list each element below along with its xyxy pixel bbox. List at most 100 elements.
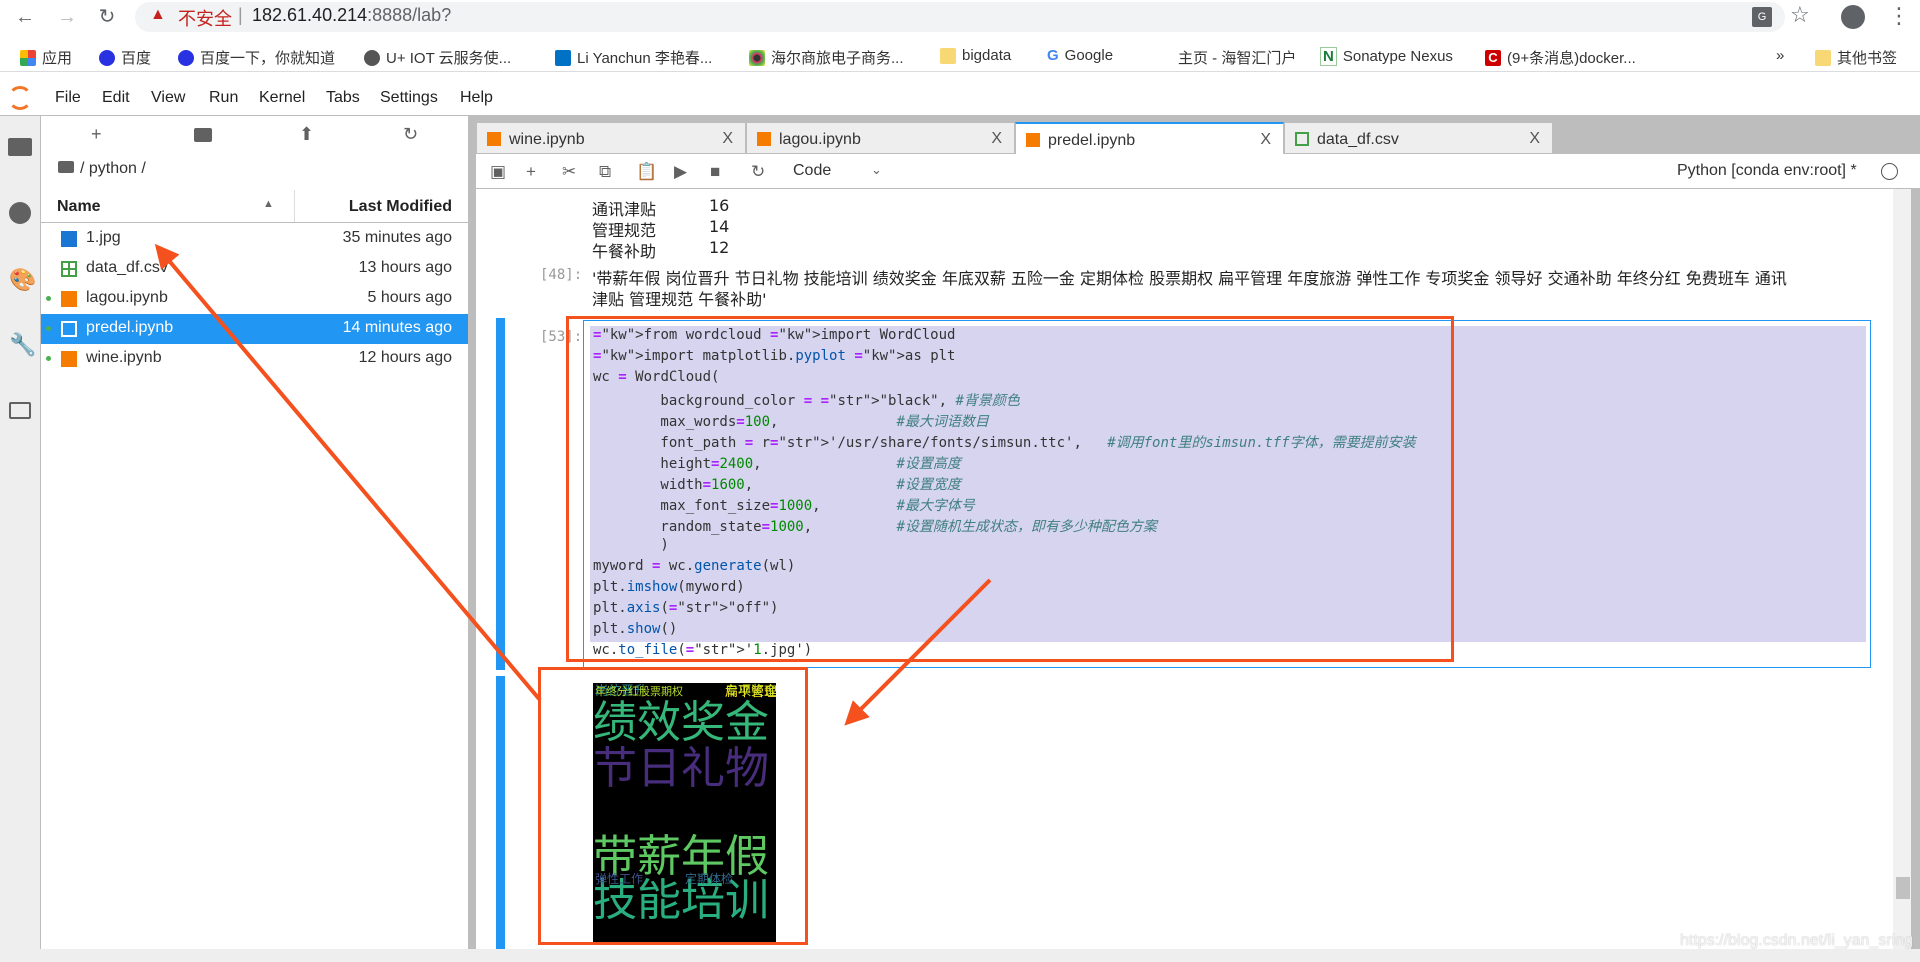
file-name: 1.jpg [86,229,121,246]
reload-button[interactable]: ↻ [96,6,118,28]
tab-label: predel.ipynb [1048,132,1136,149]
menu-run[interactable]: Run [209,89,238,107]
file-name: data_df.csv [86,259,168,276]
bookmark-csdn[interactable]: C (9+条消息)docker... [1485,47,1636,68]
tab-predel[interactable]: predel.ipynb X [1015,122,1284,154]
folder-icon[interactable] [8,138,32,156]
file-row[interactable]: lagou.ipynb 5 hours ago [41,284,468,314]
file-row[interactable]: wine.ipynb 12 hours ago [41,344,468,374]
tab-data-df[interactable]: data_df.csv X [1284,122,1553,154]
more-menu-icon[interactable]: ⋮ [1888,3,1910,29]
file-row[interactable]: data_df.csv 13 hours ago [41,254,468,284]
close-icon[interactable]: X [1260,131,1271,149]
stop-icon[interactable]: ■ [710,162,720,182]
url-path: :8888/lab? [367,5,452,25]
file-modified: 35 minutes ago [342,229,452,246]
new-launcher-button[interactable]: + [91,124,102,145]
restart-icon[interactable]: ↻ [751,162,765,182]
bookmark-star-icon[interactable]: ☆ [1790,2,1810,28]
translate-icon[interactable]: G [1752,7,1772,27]
menu-settings[interactable]: Settings [380,89,438,107]
column-name[interactable]: Name [57,198,101,216]
bookmark-bigdata[interactable]: bigdata [940,47,1011,64]
file-modified: 12 hours ago [358,349,452,366]
bookmark-apps[interactable]: 应用 [20,47,72,68]
annotation-box-image [538,667,808,945]
breadcrumb-path: / python / [80,160,146,177]
forward-button[interactable]: → [56,6,78,28]
menu-help[interactable]: Help [460,89,493,107]
menu-tabs[interactable]: Tabs [326,89,360,107]
active-cell-collapser[interactable] [496,318,505,670]
running-indicator [46,296,51,301]
tabs-window-icon[interactable] [9,402,31,419]
bookmark-nexus[interactable]: N Sonatype Nexus [1320,47,1453,66]
colorful-logo-icon [749,49,765,66]
menu-kernel[interactable]: Kernel [259,89,305,107]
notebook-scrollbar[interactable] [1893,189,1911,949]
close-icon[interactable]: X [991,130,1002,148]
url-text[interactable]: 182.61.40.214:8888/lab? [252,5,451,26]
sort-ascending-icon[interactable]: ▲ [263,198,274,210]
bookmark-label: 主页 - 海智汇门户 [1178,50,1297,67]
bookmark-haier[interactable]: 海尔商旅电子商务... [749,47,904,68]
bookmark-label: (9+条消息)docker... [1507,50,1636,67]
url-host: 182.61.40.214 [252,5,368,25]
kernel-name[interactable]: Python [conda env:root] * [1677,162,1857,180]
image-file-icon [61,231,77,247]
security-label[interactable]: 不安全 [178,5,232,31]
notebook-file-icon [61,351,77,367]
tab-lagou[interactable]: lagou.ipynb X [746,122,1015,154]
tab-wine[interactable]: wine.ipynb X [476,122,746,154]
notebook-icon [1026,133,1040,147]
file-name: wine.ipynb [86,349,162,366]
bookmark-other[interactable]: 其他书签 [1815,47,1897,68]
cut-icon[interactable]: ✂ [562,162,576,182]
refresh-button[interactable]: ↻ [403,124,418,145]
column-divider [294,190,295,222]
folder-icon [58,161,74,173]
cell-type-select[interactable]: Code [793,162,831,180]
menu-file[interactable]: File [55,89,81,107]
bookmark-baidu[interactable]: 百度 [99,47,151,68]
bookmark-uplus-iot[interactable]: U+ IOT 云服务使... [364,47,511,68]
back-button[interactable]: ← [14,6,36,28]
bookmark-haizhi[interactable]: 主页 - 海智汇门户 [1178,47,1296,68]
profile-avatar-icon[interactable] [1841,5,1865,29]
scrollbar-thumb[interactable] [1896,877,1910,899]
menu-edit[interactable]: Edit [102,89,130,107]
save-icon[interactable]: ▣ [490,162,506,182]
new-folder-button[interactable] [194,128,212,142]
breadcrumb[interactable]: / python / [58,160,146,178]
bookmark-baidu-search[interactable]: 百度一下，你就知道 [178,47,335,68]
wrench-icon[interactable]: 🔧 [9,333,36,357]
run-icon[interactable]: ▶ [674,162,687,182]
notebook-file-icon [61,321,77,337]
paste-icon[interactable]: 📋 [636,162,657,182]
insert-cell-icon[interactable]: + [526,162,536,182]
bookmark-label: 百度一下，你就知道 [200,50,336,67]
column-last-modified[interactable]: Last Modified [349,198,452,216]
file-row[interactable]: 1.jpg 35 minutes ago [41,224,468,254]
output-prompt-48: [48]: [540,267,583,283]
palette-icon[interactable]: 🎨 [9,268,36,292]
bookmark-label: Sonatype Nexus [1342,48,1453,65]
bookmarks-overflow-button[interactable]: » [1776,47,1784,64]
bookmark-label: Li Yanchun 李艳春... [577,50,713,67]
notebook-icon [487,132,501,146]
upload-button[interactable]: ⬆ [299,124,314,145]
csdn-c-icon: C [1485,49,1501,66]
file-row-selected[interactable]: predel.ipynb 14 minutes ago [41,314,468,344]
chevron-down-icon[interactable]: ⌄ [871,162,882,178]
bookmark-google[interactable]: G Google [1047,47,1113,64]
close-icon[interactable]: X [722,130,733,148]
running-stop-icon[interactable] [9,202,31,224]
bookmark-outlook[interactable]: Li Yanchun 李艳春... [555,47,712,68]
kernel-status-icon [1881,163,1898,180]
close-icon[interactable]: X [1529,130,1540,148]
copy-icon[interactable]: ⧉ [599,162,611,182]
jupyter-menubar: File Edit View Run Kernel Tabs Settings … [0,80,1920,116]
series-count: 14 [709,217,730,236]
output-collapser[interactable] [496,676,505,949]
menu-view[interactable]: View [151,89,185,107]
